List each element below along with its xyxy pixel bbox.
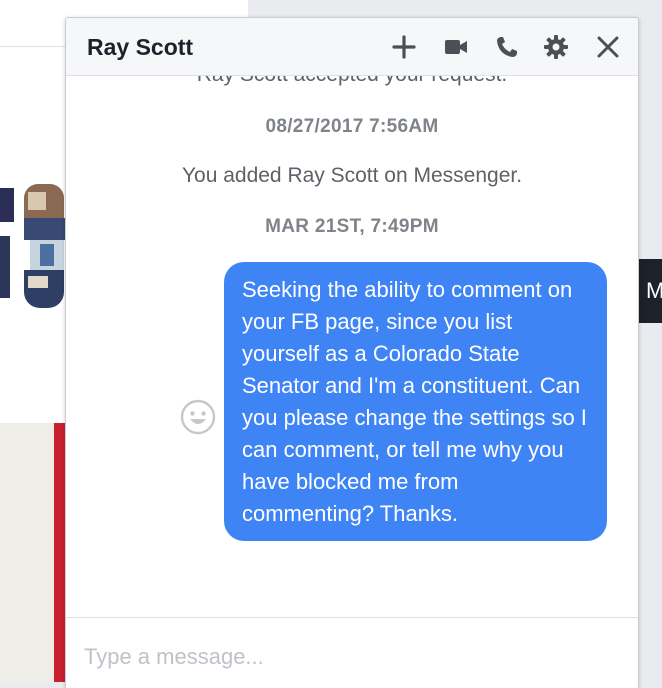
video-camera-icon[interactable] (442, 33, 470, 61)
message-composer (66, 617, 638, 688)
outgoing-message-bubble[interactable]: Seeking the ability to comment on your F… (224, 262, 607, 541)
reaction-smiley-icon[interactable] (180, 399, 216, 435)
system-message-accepted: Ray Scott accepted your request. (66, 76, 638, 87)
system-message-added: You added Ray Scott on Messenger. (181, 164, 523, 187)
message-thread[interactable]: Ray Scott accepted your request. 08/27/2… (66, 76, 638, 618)
close-icon[interactable] (594, 33, 622, 61)
background-beige-panel (0, 423, 54, 682)
message-input[interactable] (84, 644, 604, 670)
timestamp-divider: 08/27/2017 7:56AM (265, 116, 439, 137)
chat-window: Ray Scott Ray (65, 17, 639, 688)
background-logo-image (0, 184, 68, 318)
tooltip-text: M (646, 278, 662, 303)
timestamp-divider: MAR 21ST, 7:49PM (265, 216, 439, 237)
gear-icon[interactable] (542, 33, 570, 61)
chat-title[interactable]: Ray Scott (87, 34, 193, 61)
chat-header[interactable]: Ray Scott (66, 18, 638, 76)
phone-icon[interactable] (493, 33, 521, 61)
plus-icon[interactable] (390, 33, 418, 61)
background-right-strip (638, 0, 662, 682)
